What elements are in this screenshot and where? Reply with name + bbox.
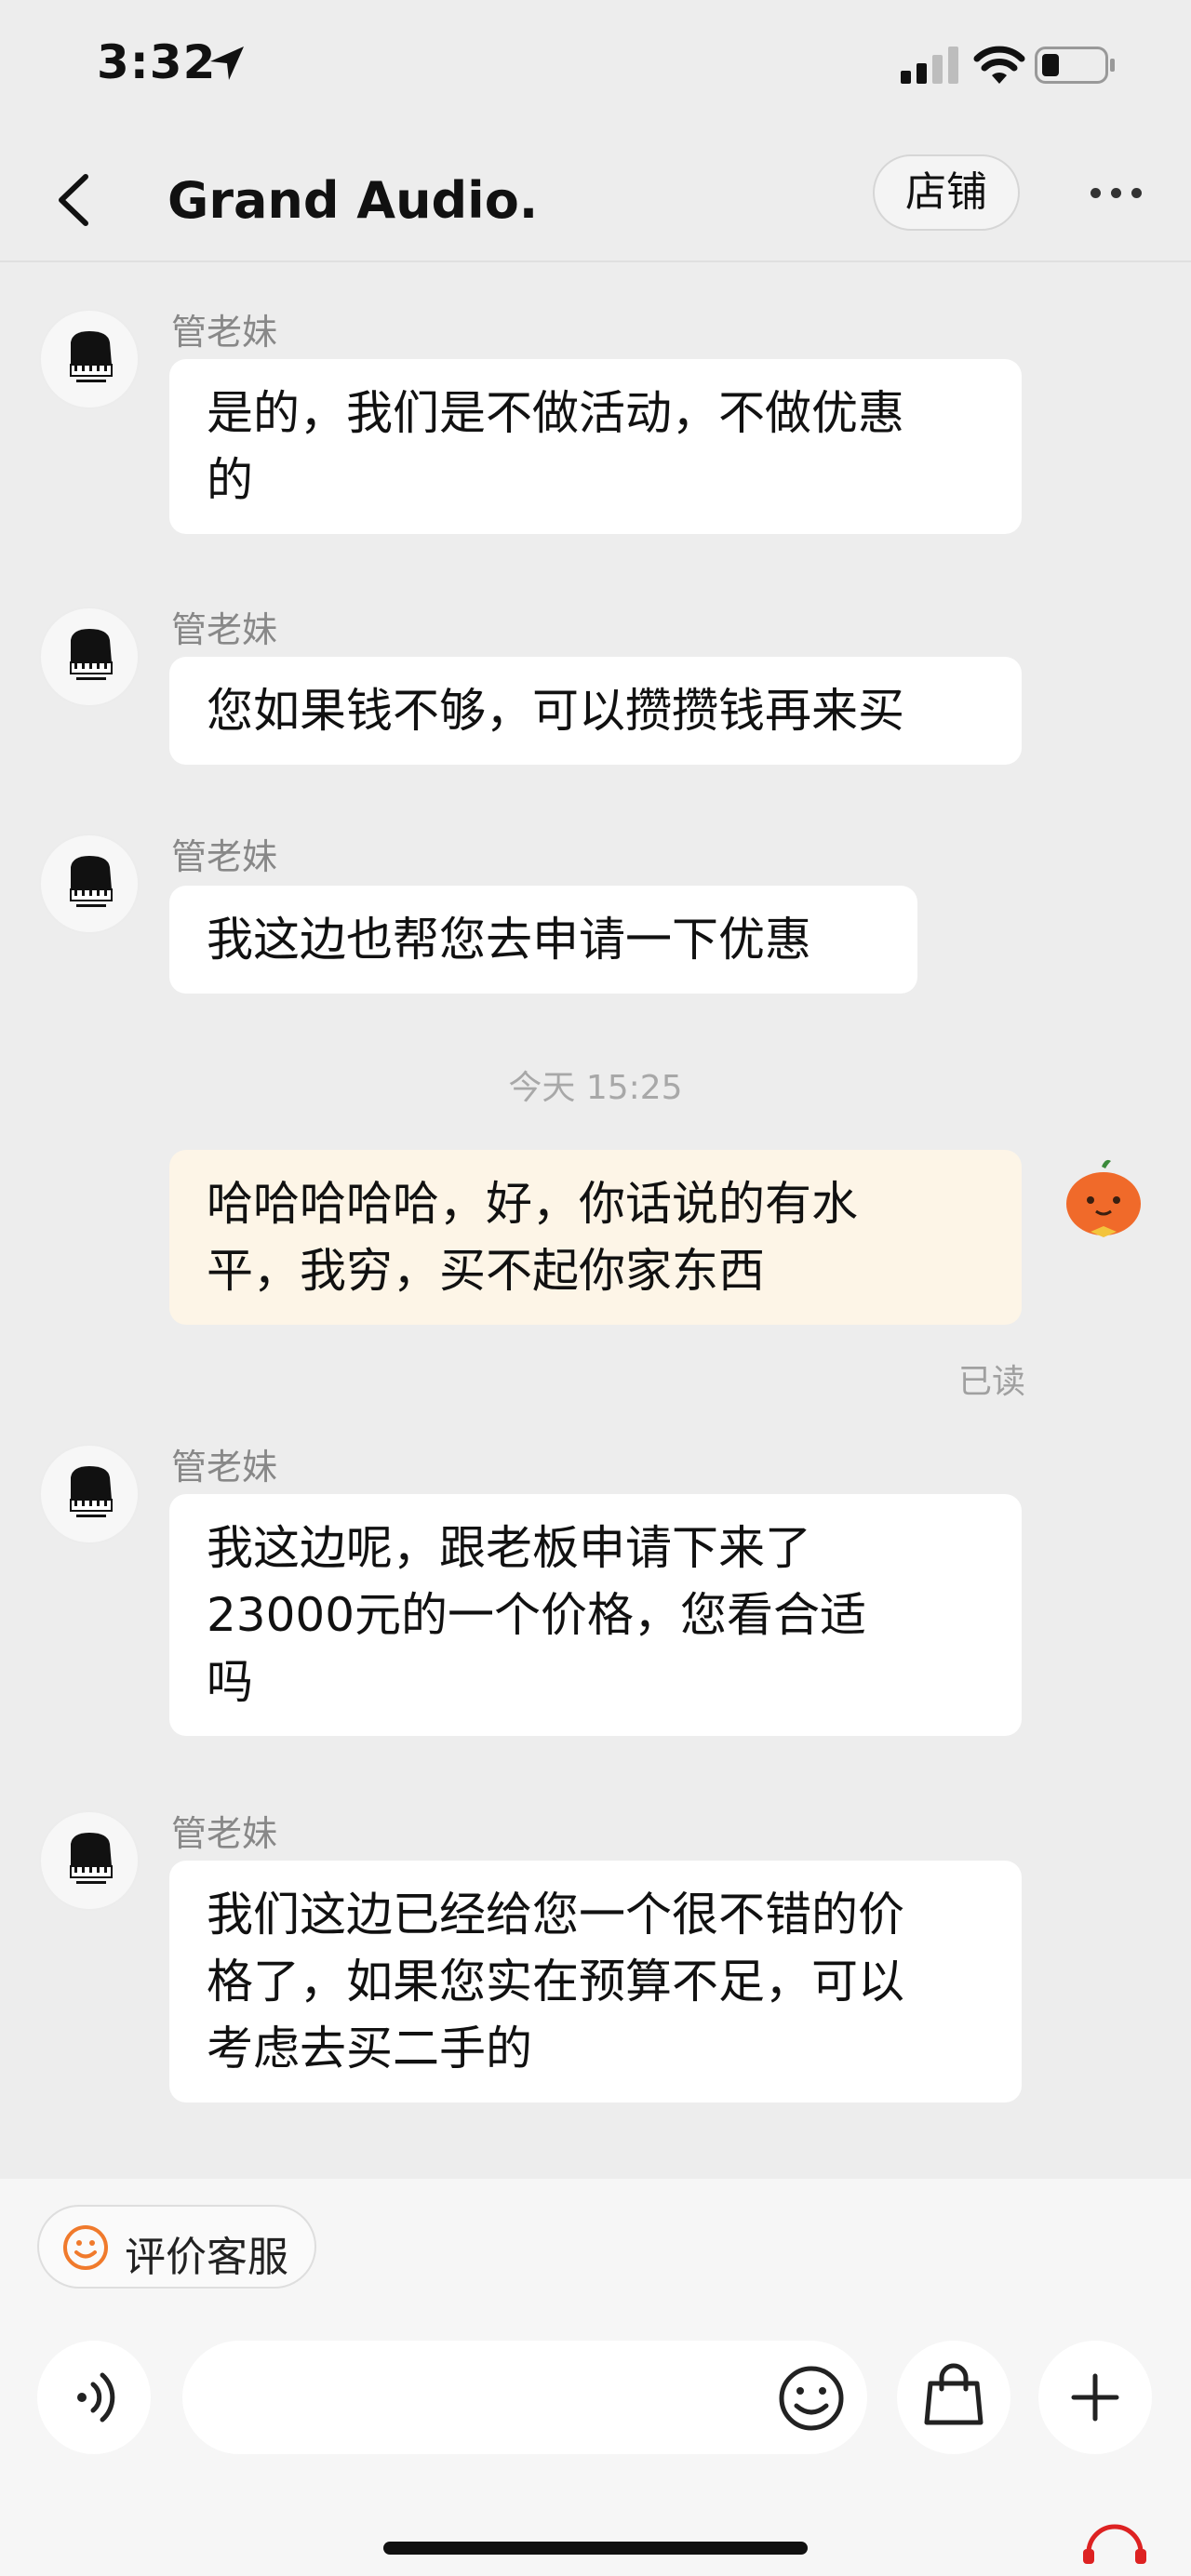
message-bubble[interactable]: 我这边也帮您去申请一下优惠 — [169, 886, 917, 994]
voice-icon — [77, 2372, 115, 2423]
shopping-bag-button[interactable] — [897, 2341, 1010, 2454]
home-indicator — [383, 2542, 808, 2555]
message-line: 您如果钱不够，可以攒攒钱再来买 — [207, 684, 904, 738]
message-input[interactable] — [182, 2341, 867, 2454]
shop-button[interactable]: 店铺 — [873, 154, 1020, 231]
status-time: 3:32 — [97, 35, 217, 89]
rate-service-label: 评价客服 — [125, 2234, 288, 2281]
message-line: 吗 — [207, 1655, 253, 1709]
headphone-watermark-icon — [1083, 2524, 1146, 2564]
message-line: 哈哈哈哈哈，好，你话说的有水 — [207, 1177, 858, 1231]
message-line: 考虑去买二手的 — [207, 2022, 532, 2075]
message-bubble[interactable]: 我这边呢，跟老板申请下来了 23000元的一个价格，您看合适 吗 — [169, 1494, 1022, 1736]
my-message-bubble[interactable]: 哈哈哈哈哈，好，你话说的有水 平，我穷，买不起你家东西 — [169, 1150, 1022, 1325]
status-bar: 3:32 — [0, 0, 1191, 140]
input-area: 评价客服 — [0, 2179, 1191, 2576]
message-line: 我这边也帮您去申请一下优惠 — [207, 913, 811, 967]
piano-logo-icon — [70, 1466, 113, 1517]
battery-icon — [1035, 47, 1115, 84]
avatar[interactable] — [39, 834, 140, 934]
message-line: 格了，如果您实在预算不足，可以 — [207, 1955, 904, 2009]
message-line: 我们这边已经给您一个很不错的价 — [207, 1888, 904, 1942]
sender-name: 管老妹 — [171, 1447, 278, 1488]
navigation-bar: Grand Audio. 店铺 — [0, 140, 1191, 262]
smile-icon — [63, 2225, 108, 2270]
shopping-bag-icon — [924, 2363, 984, 2425]
message-line: 的 — [207, 453, 253, 507]
avatar[interactable] — [39, 607, 140, 707]
voice-button[interactable] — [37, 2341, 151, 2454]
rate-service-button[interactable]: 评价客服 — [37, 2205, 316, 2289]
piano-logo-icon — [70, 1833, 113, 1884]
emoji-icon[interactable] — [774, 2361, 849, 2436]
wifi-icon — [973, 46, 1025, 84]
message-line: 平，我穷，买不起你家东西 — [207, 1244, 765, 1298]
message-bubble[interactable]: 是的，我们是不做活动，不做优惠 的 — [169, 359, 1022, 534]
chevron-left-icon[interactable] — [48, 167, 104, 233]
cellular-signal-icon — [901, 47, 958, 84]
more-dots-icon[interactable] — [1091, 182, 1146, 205]
message-bubble[interactable]: 我们这边已经给您一个很不错的价 格了，如果您实在预算不足，可以 考虑去买二手的 — [169, 1861, 1022, 2102]
chat-title: Grand Audio. — [167, 171, 539, 230]
sender-name: 管老妹 — [171, 836, 278, 877]
piano-logo-icon — [70, 629, 113, 680]
timestamp: 今天 15:25 — [508, 1069, 683, 1107]
message-line: 我这边呢，跟老板申请下来了 — [207, 1521, 811, 1575]
avatar[interactable] — [39, 1444, 140, 1544]
user-avatar-icon[interactable] — [1059, 1155, 1148, 1245]
message-line: 23000元的一个价格，您看合适 — [207, 1588, 867, 1642]
avatar[interactable] — [39, 1810, 140, 1911]
plus-icon — [1071, 2373, 1119, 2422]
message-bubble[interactable]: 您如果钱不够，可以攒攒钱再来买 — [169, 657, 1022, 765]
sender-name: 管老妹 — [171, 609, 278, 650]
message-line: 是的，我们是不做活动，不做优惠 — [207, 386, 904, 440]
piano-logo-icon — [70, 856, 113, 907]
sender-name: 管老妹 — [171, 312, 278, 353]
read-receipt: 已读 — [958, 1363, 1026, 1401]
location-arrow-icon — [210, 47, 244, 80]
piano-logo-icon — [70, 331, 113, 382]
sender-name: 管老妹 — [171, 1813, 278, 1854]
plus-button[interactable] — [1038, 2341, 1152, 2454]
avatar[interactable] — [39, 309, 140, 409]
